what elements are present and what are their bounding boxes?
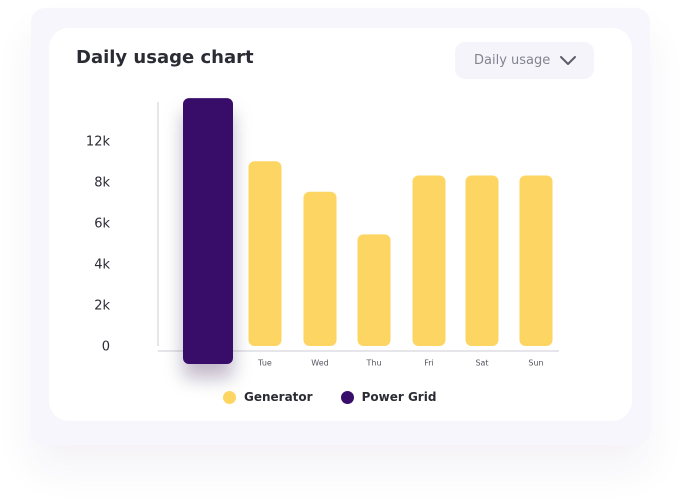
legend-item-power-grid: Power Grid: [340, 390, 437, 404]
x-tick-label-sun: Sun: [528, 359, 543, 368]
y-tick-label-8k: 8k: [94, 176, 110, 191]
x-tick-label-sat: Sat: [475, 359, 488, 368]
usage-bar-chart: 0 2k 4k 6k 8k 12k Tue Wed Thu Fri Sat Sun: [86, 98, 559, 368]
x-tick-label-tue: Tue: [257, 359, 272, 368]
chart-card: Daily usage chart Daily usage 0 2k 4k 6k 8k 1…: [49, 28, 632, 421]
bar-generator-thu: [357, 234, 391, 346]
y-tick-label-2k: 2k: [94, 299, 110, 314]
y-tick-label-0: 0: [102, 340, 110, 355]
chart-legend: Generator Power Grid: [223, 388, 464, 406]
legend-label-generator: Generator: [244, 390, 313, 404]
y-tick-label-6k: 6k: [94, 217, 110, 232]
bar-generator-fri: [412, 175, 446, 346]
bar-generator-sun: [519, 175, 553, 346]
bar-generator-wed: [303, 191, 337, 346]
legend-item-generator: Generator: [223, 390, 313, 404]
legend-label-power-grid: Power Grid: [361, 390, 437, 404]
x-tick-label-fri: Fri: [424, 359, 434, 368]
x-tick-label-wed: Wed: [311, 359, 328, 368]
bar-generator-sat: [465, 175, 499, 346]
legend-swatch-power-grid: [340, 390, 354, 404]
legend-swatch-generator: [223, 390, 236, 404]
y-tick-label-12k: 12k: [86, 135, 111, 150]
bar-power-grid-first: [183, 98, 233, 364]
bar-generator-tue: [248, 161, 282, 346]
y-tick-label-4k: 4k: [94, 258, 110, 273]
x-tick-label-thu: Thu: [365, 359, 381, 368]
